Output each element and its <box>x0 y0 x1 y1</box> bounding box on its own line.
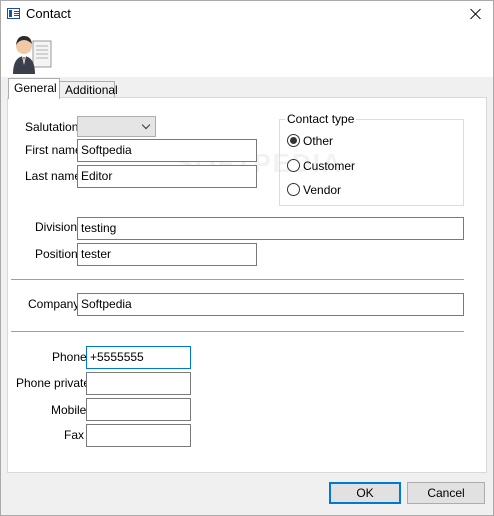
window-title: Contact <box>26 6 71 21</box>
radio-customer[interactable] <box>287 159 300 172</box>
division-field[interactable]: testing <box>77 217 464 240</box>
salutation-select[interactable] <box>77 116 156 137</box>
cancel-button[interactable]: Cancel <box>407 482 485 504</box>
last-name-field[interactable]: Editor <box>77 165 257 188</box>
fax-field[interactable] <box>86 424 191 447</box>
position-label: Position <box>35 247 78 261</box>
header-area <box>1 27 493 77</box>
title-bar: Contact <box>1 1 493 27</box>
tab-additional[interactable]: Additional <box>59 81 118 98</box>
close-button[interactable] <box>459 1 493 27</box>
contact-person-icon <box>13 36 52 74</box>
phone-field[interactable]: +5555555 <box>86 346 191 369</box>
separator <box>11 279 464 280</box>
phone-private-field[interactable] <box>86 372 191 395</box>
phone-label: Phone <box>52 350 87 364</box>
separator <box>11 331 464 332</box>
phone-private-label: Phone private <box>16 376 91 390</box>
tab-general[interactable]: General <box>8 78 60 99</box>
first-name-field[interactable]: Softpedia <box>77 139 257 162</box>
mobile-field[interactable] <box>86 398 191 421</box>
division-label: Division <box>35 220 78 234</box>
radio-vendor[interactable] <box>287 183 300 196</box>
radio-customer-label[interactable]: Customer <box>303 159 355 173</box>
first-name-label: First name <box>25 143 82 157</box>
position-field[interactable]: tester <box>77 243 257 266</box>
salutation-label: Salutation <box>25 120 79 134</box>
contact-dialog: Contact Additional General SOFTPEDIA Sal… <box>0 0 494 516</box>
radio-other[interactable] <box>287 134 300 147</box>
radio-vendor-label[interactable]: Vendor <box>303 183 341 197</box>
company-field[interactable]: Softpedia <box>77 293 464 316</box>
ok-button[interactable]: OK <box>329 482 401 504</box>
fax-label: Fax <box>64 428 85 442</box>
address-card-icon <box>7 8 20 19</box>
mobile-label: Mobile <box>51 403 87 417</box>
contact-type-title: Contact type <box>285 112 357 126</box>
radio-other-label[interactable]: Other <box>303 134 333 148</box>
company-label: Company <box>28 297 80 311</box>
last-name-label: Last name <box>25 169 82 183</box>
chevron-down-icon <box>141 120 151 130</box>
